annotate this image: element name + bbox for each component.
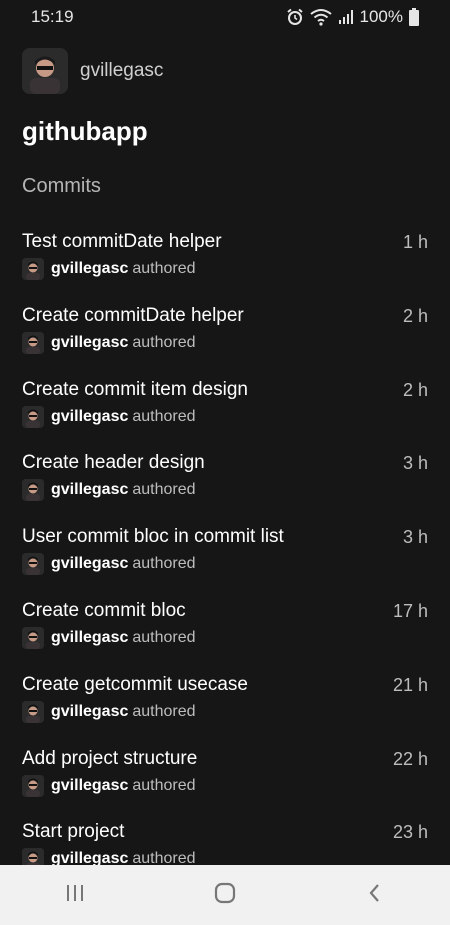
author-avatar xyxy=(22,626,44,649)
author-name: gvillegasc xyxy=(51,333,129,351)
commit-item[interactable]: User commit bloc in commit list 3 h gville… xyxy=(0,517,450,591)
commit-message: Create commitDate helper xyxy=(22,304,244,326)
wifi-icon xyxy=(309,8,332,26)
author-name: gvillegasc xyxy=(51,850,129,865)
author-line: gvillegasc authored xyxy=(22,258,428,280)
author-line: gvillegasc authored xyxy=(22,405,428,428)
home-icon xyxy=(213,881,237,910)
author-action: authored xyxy=(132,260,196,277)
author-avatar xyxy=(22,553,44,576)
commit-item[interactable]: Create commitDate helper 2 h gvillegasc aut… xyxy=(0,296,450,370)
commit-time: 23 h xyxy=(392,822,428,843)
author-name: gvillegasc xyxy=(51,260,129,277)
commit-time: 1 h xyxy=(402,232,428,252)
back-icon xyxy=(367,882,383,909)
commit-item[interactable]: Create commit item design 2 h gvillegasc au… xyxy=(0,370,450,444)
author-name: gvillegasc xyxy=(51,702,129,720)
author-avatar xyxy=(22,700,44,723)
recent-apps-button[interactable] xyxy=(45,875,105,915)
signal-icon xyxy=(338,9,354,25)
avatar[interactable] xyxy=(22,48,68,94)
status-icons: 100% xyxy=(286,7,419,27)
recent-apps-icon xyxy=(64,883,86,908)
commit-message: Start project xyxy=(22,821,125,843)
author-name: gvillegasc xyxy=(51,407,129,425)
author-line: gvillegasc authored xyxy=(22,774,428,797)
commit-time: 2 h xyxy=(402,379,428,400)
author-action: authored xyxy=(132,628,196,646)
commit-time: 22 h xyxy=(392,748,428,769)
commit-time: 2 h xyxy=(402,305,428,326)
status-time: 15:19 xyxy=(31,7,74,26)
author-action: authored xyxy=(132,555,196,573)
status-bar: 15:19 100% xyxy=(0,0,450,34)
commit-message: User commit bloc in commit list xyxy=(22,526,284,548)
commit-item[interactable]: Add project structure 22 h gvillegasc autho… xyxy=(0,739,450,813)
author-avatar xyxy=(22,405,44,428)
commit-message: Create commit item design xyxy=(22,378,248,400)
system-nav-bar xyxy=(0,865,450,925)
commit-item[interactable]: Create getcommit usecase 21 h gvillegasc au… xyxy=(0,665,450,739)
author-action: authored xyxy=(132,333,196,351)
author-action: authored xyxy=(132,407,196,425)
author-name: gvillegasc xyxy=(51,481,129,499)
commit-item[interactable]: Create commit bloc 17 h gvillegasc authored xyxy=(0,591,450,665)
author-line: gvillegasc authored xyxy=(22,700,428,723)
alarm-icon xyxy=(286,8,304,26)
commit-time: 17 h xyxy=(392,600,428,621)
author-avatar xyxy=(22,331,44,354)
section-title: Commits xyxy=(22,175,101,197)
commit-message: Create header design xyxy=(22,452,205,474)
commit-item[interactable]: Test commitDate helper 1 h gvillegasc autho… xyxy=(0,222,450,296)
author-name: gvillegasc xyxy=(51,776,129,794)
author-action: authored xyxy=(132,481,196,499)
author-name: gvillegasc xyxy=(51,628,129,646)
author-action: authored xyxy=(132,776,196,794)
author-line: gvillegasc authored xyxy=(22,331,428,354)
commit-message: Create getcommit usecase xyxy=(22,673,248,695)
author-line: gvillegasc authored xyxy=(22,626,428,649)
commit-time: 3 h xyxy=(402,453,428,474)
home-button[interactable] xyxy=(195,875,255,915)
author-line: gvillegasc authored xyxy=(22,479,428,502)
author-avatar xyxy=(22,774,44,797)
commit-message: Test commitDate helper xyxy=(22,231,222,252)
commit-message: Create commit bloc xyxy=(22,599,186,621)
author-name: gvillegasc xyxy=(51,555,129,573)
battery-icon xyxy=(409,8,419,26)
author-action: authored xyxy=(132,850,196,865)
profile-username: gvillegasc xyxy=(80,60,164,81)
commit-message: Add project structure xyxy=(22,747,198,769)
author-line: gvillegasc authored xyxy=(22,553,428,576)
page-title: githubapp xyxy=(22,116,148,146)
back-button[interactable] xyxy=(345,875,405,915)
battery-percentage: 100% xyxy=(359,7,403,26)
commit-list[interactable]: Test commitDate helper 1 h gvillegasc autho… xyxy=(0,222,450,865)
commit-time: 3 h xyxy=(402,527,428,548)
author-action: authored xyxy=(132,702,196,720)
commit-time: 21 h xyxy=(392,674,428,695)
commit-item[interactable]: Start project 23 h gvillegasc authored xyxy=(0,812,450,865)
commit-item[interactable]: Create header design 3 h gvillegasc authore… xyxy=(0,443,450,517)
author-avatar xyxy=(22,479,44,502)
author-avatar xyxy=(22,848,44,865)
author-line: gvillegasc authored xyxy=(22,848,428,865)
author-avatar xyxy=(22,258,44,280)
profile-header[interactable]: gvillegasc xyxy=(22,48,163,94)
